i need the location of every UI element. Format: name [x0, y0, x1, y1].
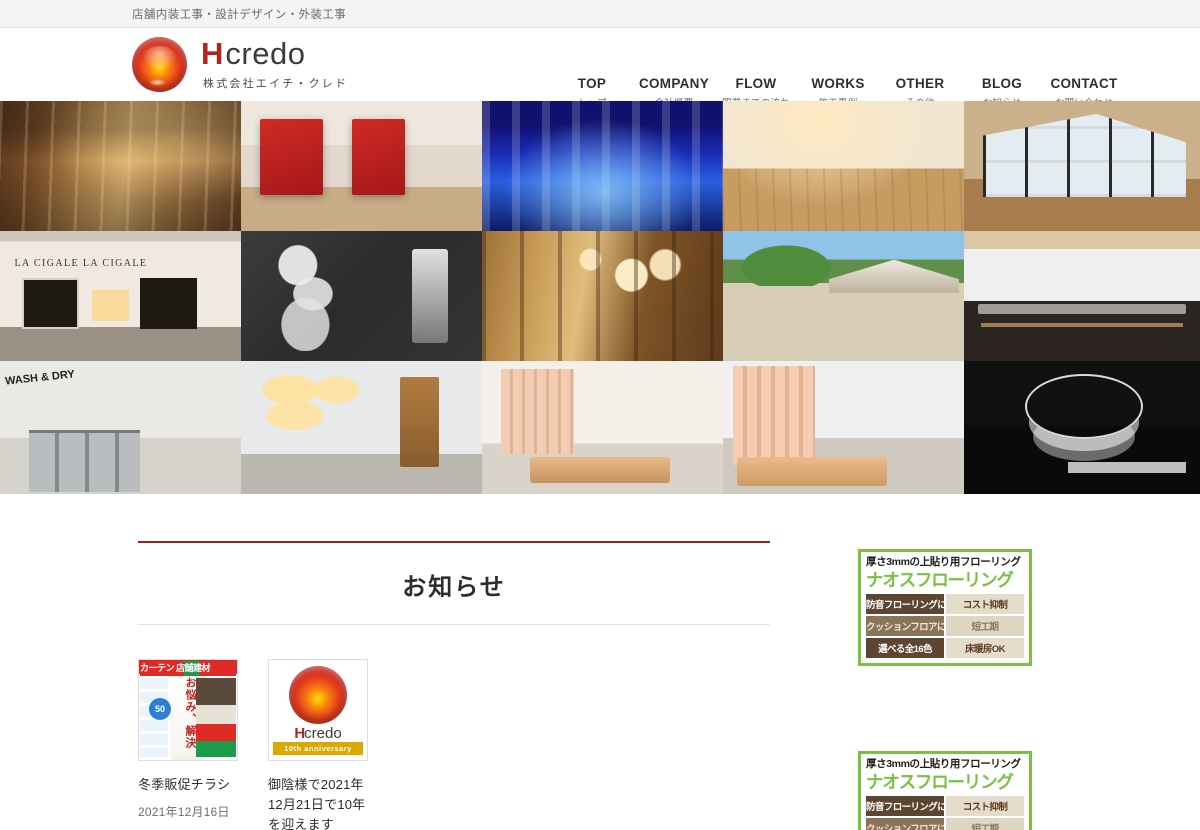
- hero-tile-outdoor-terrace-umbrellas[interactable]: [723, 231, 964, 361]
- anniv-letter-h: H: [294, 725, 305, 742]
- news-item[interactable]: カーテン 店舗建材 お悩み、解決 50 冬季販促チラシ 2021年12月16日: [138, 659, 238, 830]
- anniversary-thumbnail-art: Hcredo 10th anniversary: [269, 660, 367, 760]
- hero-photo-grid: [0, 101, 1200, 494]
- flyer-right-panel: [196, 678, 236, 757]
- banner-product-name: ナオスフローリング: [866, 772, 1014, 793]
- anniversary-wordmark: Hcredo: [269, 726, 367, 741]
- hero-tile-la-cigale-storefront[interactable]: [0, 231, 241, 361]
- banner-subtitle: 厚さ3mmの上貼り用フローリング: [866, 556, 1021, 568]
- anniv-word-credo: credo: [304, 725, 342, 742]
- news-item-title: 冬季販促チラシ: [138, 777, 231, 792]
- flyer-top-band: カーテン 店舗建材: [140, 661, 236, 676]
- banner-feature-grid: 防音フローリングにコスト抑制クッションフロアに短工期選べる全16色床暖房OK: [866, 594, 1024, 659]
- hero-tile-hair-salon-mirrors[interactable]: [723, 101, 964, 231]
- site-logo[interactable]: H credo 株式会社エイチ・クレド: [132, 37, 348, 92]
- banner-feature-cell: クッションフロアに: [866, 818, 944, 830]
- news-heading: お知らせ: [402, 574, 506, 601]
- hero-tile-glass-facade-storefront[interactable]: [964, 101, 1200, 231]
- nav-label-en: COMPANY: [638, 76, 710, 91]
- flyer-badge: 50: [149, 698, 171, 720]
- anniversary-ribbon: 10th anniversary: [273, 742, 363, 755]
- hero-tile-dark-bar-ring-lights[interactable]: [964, 361, 1200, 494]
- hero-tile-japanese-lantern-corridor[interactable]: [482, 231, 723, 361]
- nav-label-en: FLOW: [735, 76, 777, 91]
- hero-tile-cafe-interior-warm-wood[interactable]: [0, 101, 241, 231]
- banner-feature-grid: 防音フローリングにコスト抑制クッションフロアに短工期選べる全16色床暖房OK: [866, 796, 1024, 830]
- sidebar: 厚さ3mmの上貼り用フローリング ナオスフローリング 防音フローリングに コスト抑制ク…: [858, 541, 1032, 830]
- news-item-date: 2021年12月16日: [138, 805, 230, 820]
- logo-wordmark: H credo: [201, 35, 348, 71]
- banner-feature-cell: 防音フローリングに: [866, 796, 944, 817]
- hero-tile-curtained-treatment-beds[interactable]: [723, 361, 964, 494]
- flyer-mid-text: お悩み、解決: [170, 677, 196, 757]
- news-thumbnail-winter-promo-flyer[interactable]: カーテン 店舗建材 お悩み、解決 50: [138, 659, 238, 761]
- hero-tile-laundromat-wash-and-dry[interactable]: [0, 361, 241, 494]
- nav-label-en: TOP: [577, 76, 607, 91]
- news-section-header: お知らせ: [138, 541, 770, 625]
- logo-word-credo: credo: [225, 35, 306, 71]
- banner-feature-cell: 防音フローリングに: [866, 594, 944, 615]
- banner-product-name: ナオスフローリング: [866, 570, 1014, 591]
- nav-label-en: WORKS: [811, 76, 865, 91]
- banner-subtitle: 厚さ3mmの上貼り用フローリング: [866, 758, 1021, 771]
- banner-feature-cell: クッションフロアに: [866, 616, 944, 637]
- nav-label-en: OTHER: [895, 76, 945, 91]
- banner-feature-cell: 短工期: [946, 818, 1024, 830]
- nav-label-en: CONTACT: [1050, 76, 1118, 91]
- banner-feature-cell: コスト抑制: [946, 594, 1024, 615]
- hero-tile-restaurant-counter-table[interactable]: [964, 231, 1200, 361]
- news-thumbnail-h-credo-10th-anniversary-logo[interactable]: Hcredo 10th anniversary: [268, 659, 368, 761]
- hero-tile-blue-lit-bar-bottles[interactable]: [482, 101, 723, 231]
- banner-feature-cell: 床暖房OK: [946, 638, 1024, 659]
- site-header: H credo 株式会社エイチ・クレド TOPトップCOMPANY会社概要FLO…: [0, 28, 1200, 117]
- banner-feature-cell: 短工期: [946, 616, 1024, 637]
- naos-flooring-banner-2[interactable]: 厚さ3mmの上貼り用フローリング ナオスフローリング 防音フローリングに コスト抑制ク…: [858, 751, 1032, 830]
- site-tagline: 店舗内装工事・設計デザイン・外装工事: [132, 8, 347, 21]
- nav-label-en: BLOG: [981, 76, 1023, 91]
- banner-feature-cell: 選べる全16色: [866, 638, 944, 659]
- hero-tile-white-interior-wood-doors[interactable]: [241, 361, 482, 494]
- news-list: カーテン 店舗建材 お悩み、解決 50 冬季販促チラシ 2021年12月16日 Hcred…: [138, 625, 770, 830]
- news-column: お知らせ カーテン 店舗建材 お悩み、解決 50 冬季販促チラシ 2021年12月16日…: [138, 541, 770, 830]
- flyer-thumbnail-art: カーテン 店舗建材 お悩み、解決 50: [139, 660, 237, 760]
- logo-company-name-jp: 株式会社エイチ・クレド: [203, 78, 349, 91]
- news-item[interactable]: Hcredo 10th anniversary 御陰様で2021年12月21日で10…: [268, 659, 368, 830]
- banner-feature-cell: コスト抑制: [946, 796, 1024, 817]
- hero-tile-chalkboard-art-wall[interactable]: [241, 231, 482, 361]
- h-credo-orb-icon: [132, 37, 187, 92]
- h-credo-orb-icon-small: [289, 666, 347, 724]
- news-item-title: 御陰様で2021年12月21日で10年を迎えます: [268, 777, 366, 830]
- page-content: お知らせ カーテン 店舗建材 お悩み、解決 50 冬季販促チラシ 2021年12月16日…: [0, 494, 1200, 830]
- logo-text-block: H credo 株式会社エイチ・クレド: [201, 35, 349, 92]
- naos-flooring-banner-1[interactable]: 厚さ3mmの上貼り用フローリング ナオスフローリング 防音フローリングに コスト抑制ク…: [858, 549, 1032, 667]
- hero-tile-massage-treatment-room[interactable]: [482, 361, 723, 494]
- logo-letter-h: H: [201, 35, 223, 71]
- hero-tile-red-wall-restaurant[interactable]: [241, 101, 482, 231]
- top-utility-bar: 店舗内装工事・設計デザイン・外装工事: [0, 0, 1200, 28]
